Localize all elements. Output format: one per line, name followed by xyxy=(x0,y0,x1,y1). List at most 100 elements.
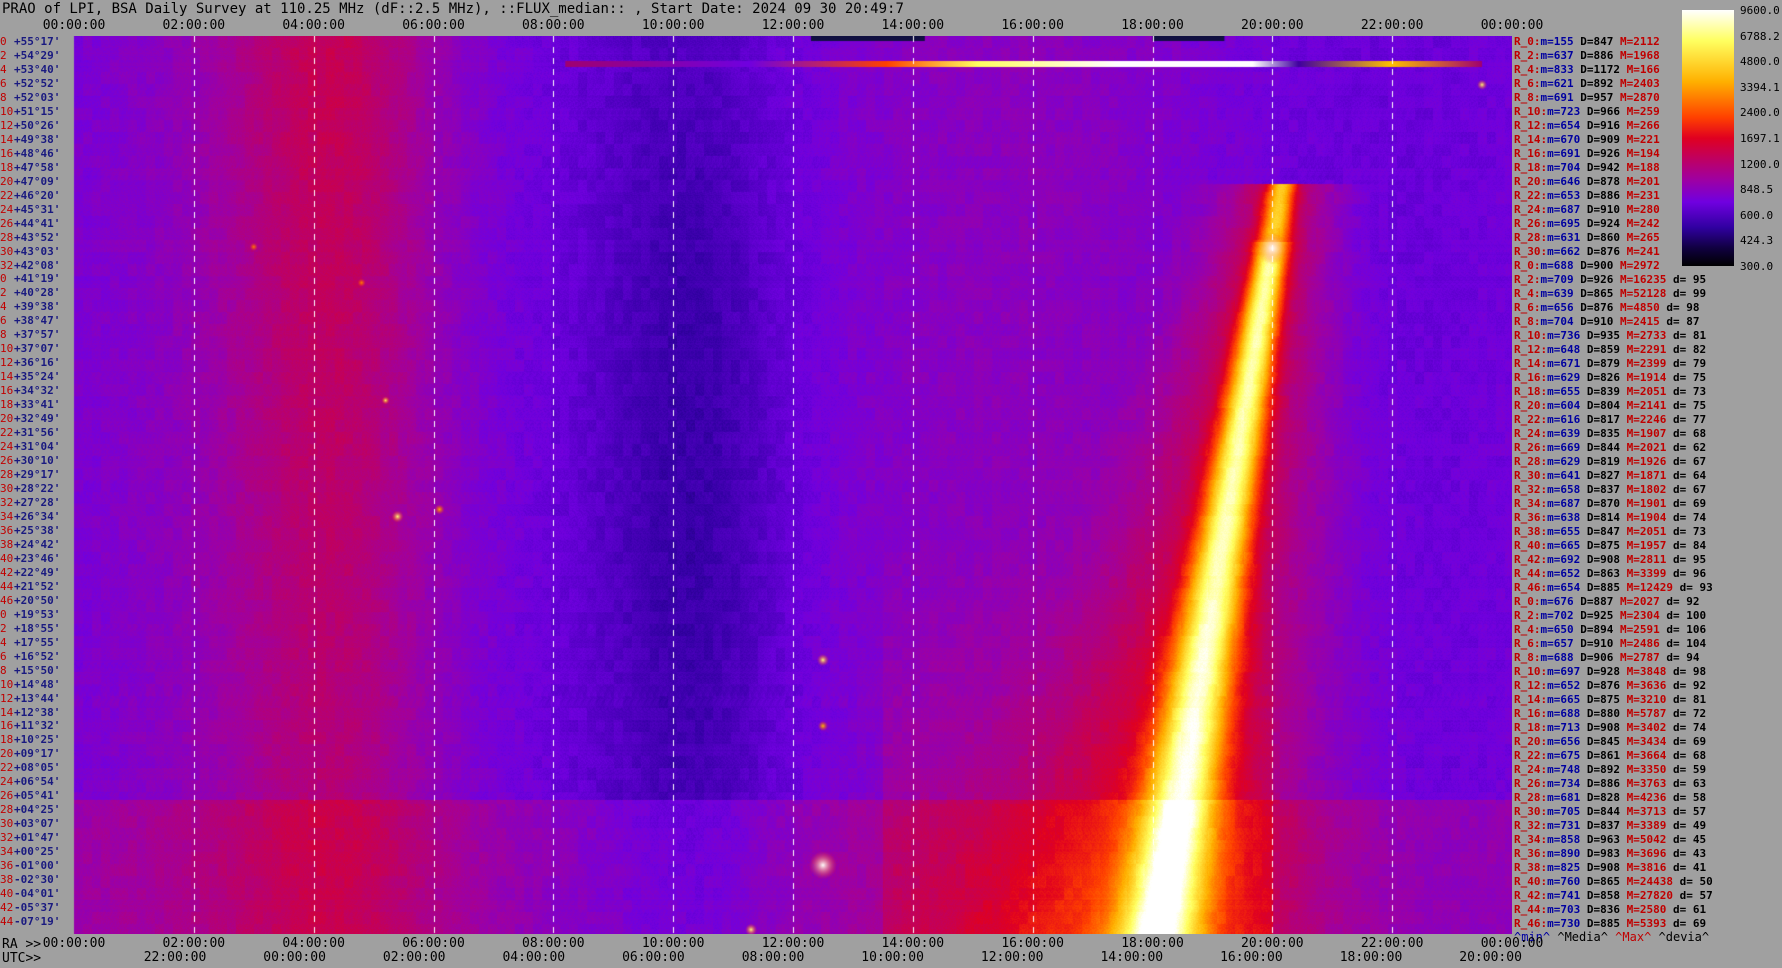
stats-row: R_10:m=736 D=935 M=2733 d= 81 xyxy=(1514,330,1706,342)
stats-max: M=5787 xyxy=(1620,707,1667,720)
stats-row-id: R_10: xyxy=(1514,665,1548,678)
dec-value: +54°29' xyxy=(14,48,61,62)
stats-row-id: R_6: xyxy=(1514,637,1541,650)
dec-index: 44 xyxy=(0,579,14,593)
dec-value: +38°47' xyxy=(14,314,61,328)
stats-min: m=658 xyxy=(1547,483,1581,496)
stats-max: M=201 xyxy=(1620,175,1660,188)
stats-min: m=760 xyxy=(1547,875,1581,888)
stats-min: m=650 xyxy=(1540,623,1574,636)
dec-index: 42 xyxy=(0,565,14,579)
dec-label-row: 2 +18°55' xyxy=(0,622,74,635)
dec-index: 14 xyxy=(0,132,14,146)
stats-row: R_20:m=656 D=845 M=3434 d= 69 xyxy=(1514,736,1706,748)
dec-value: +08°05' xyxy=(14,761,61,775)
dec-value: +37°07' xyxy=(14,342,61,356)
stats-devia: d= 93 xyxy=(1672,581,1713,594)
stats-row: R_10:m=697 D=928 M=3848 d= 98 xyxy=(1514,666,1706,678)
stats-median: D=908 xyxy=(1580,861,1620,874)
utc-tick-label: 06:00:00 xyxy=(622,950,685,965)
dec-value: +51°15' xyxy=(14,104,61,118)
dec-index: 16 xyxy=(0,384,14,398)
stats-row-id: R_26: xyxy=(1514,777,1548,790)
stats-min: m=657 xyxy=(1540,637,1574,650)
stats-min: m=656 xyxy=(1540,301,1574,314)
dec-label-row: 10+51°15' xyxy=(0,104,74,118)
stats-median: D=910 xyxy=(1573,637,1614,650)
dec-label-row: 20+09°17' xyxy=(0,748,74,760)
stats-row-id: R_26: xyxy=(1514,441,1548,454)
stats-row-id: R_0: xyxy=(1514,259,1541,272)
stats-row: R_40:m=760 D=865 M=24438 d= 50 xyxy=(1514,876,1713,888)
dec-value: +31°56' xyxy=(14,426,61,440)
dec-index: 26 xyxy=(0,454,14,468)
stats-row-id: R_12: xyxy=(1514,343,1548,356)
stats-median: D=826 xyxy=(1580,371,1620,384)
dec-index: 6 xyxy=(0,649,7,663)
stats-devia: d= 98 xyxy=(1659,301,1700,314)
stats-devia: d= 82 xyxy=(1666,343,1707,356)
dec-index: 34 xyxy=(0,509,14,523)
dec-value: +50°26' xyxy=(14,118,61,132)
stats-row: R_2:m=709 D=926 M=16235 d= 95 xyxy=(1514,274,1706,286)
stats-row-id: R_14: xyxy=(1514,357,1548,370)
colorbar-gradient xyxy=(1682,10,1734,266)
dec-label-row: 18+47°58' xyxy=(0,160,74,174)
stats-row: R_18:m=713 D=908 M=3402 d= 74 xyxy=(1514,722,1706,734)
stats-min: m=652 xyxy=(1547,679,1581,692)
heatmap-canvas[interactable] xyxy=(0,36,1512,934)
stats-row: R_22:m=616 D=817 M=2246 d= 77 xyxy=(1514,414,1706,426)
stats-max: M=2304 xyxy=(1613,609,1660,622)
stats-row-id: R_8: xyxy=(1514,651,1541,664)
dec-index: 22 xyxy=(0,761,14,775)
stats-row: R_0:m=155 D=847 M=2112 xyxy=(1514,36,1660,48)
stats-devia: d= 49 xyxy=(1666,819,1707,832)
stats-min: m=631 xyxy=(1547,231,1581,244)
stats-min: m=641 xyxy=(1547,469,1581,482)
stats-row-id: R_10: xyxy=(1514,105,1548,118)
dec-value: +26°34' xyxy=(14,509,61,523)
stats-min: m=705 xyxy=(1547,805,1581,818)
stats-devia: d= 73 xyxy=(1666,525,1707,538)
dec-value: +55°17' xyxy=(14,35,61,48)
stats-row-id: R_14: xyxy=(1514,693,1548,706)
stats-row-id: R_24: xyxy=(1514,203,1548,216)
stats-max: M=1871 xyxy=(1620,469,1667,482)
stats-max: M=3350 xyxy=(1620,763,1667,776)
stats-row: R_18:m=704 D=942 M=188 xyxy=(1514,162,1660,174)
stats-min: m=741 xyxy=(1547,889,1581,902)
stats-min: m=656 xyxy=(1547,735,1581,748)
stats-max: M=2399 xyxy=(1620,357,1667,370)
dec-label-row: 22+08°05' xyxy=(0,762,74,774)
stats-devia: d= 43 xyxy=(1666,847,1707,860)
stats-max: M=280 xyxy=(1620,203,1660,216)
stats-median: D=908 xyxy=(1580,553,1620,566)
stats-row-id: R_20: xyxy=(1514,735,1548,748)
dec-label-row: 34+00°25' xyxy=(0,846,74,858)
ra-tick-label: 20:00:00 xyxy=(1241,936,1304,951)
stats-row-id: R_28: xyxy=(1514,791,1548,804)
stats-median: D=886 xyxy=(1580,777,1620,790)
dec-value: +48°46' xyxy=(14,146,61,160)
dec-value: +16°52' xyxy=(14,649,61,663)
dec-value: +10°25' xyxy=(14,733,61,747)
stats-min: m=688 xyxy=(1540,651,1574,664)
stats-median: D=1172 xyxy=(1573,63,1620,76)
stats-max: M=2141 xyxy=(1620,399,1667,412)
stats-devia: d= 79 xyxy=(1666,357,1707,370)
dec-index: 10 xyxy=(0,342,14,356)
stats-row: R_20:m=646 D=878 M=201 xyxy=(1514,176,1660,188)
stats-row: R_28:m=631 D=860 M=265 xyxy=(1514,232,1660,244)
stats-row: R_18:m=655 D=839 M=2051 d= 73 xyxy=(1514,386,1706,398)
dec-label-row: 14+49°38' xyxy=(0,132,74,146)
stats-row: R_4:m=833 D=1172 M=166 xyxy=(1514,64,1660,76)
stats-max: M=3636 xyxy=(1620,679,1667,692)
dec-value: +47°58' xyxy=(14,160,61,174)
ra-tick-label: 10:00:00 xyxy=(641,936,705,951)
dec-label-row: 14+12°38' xyxy=(0,706,74,719)
stats-min: m=639 xyxy=(1540,287,1574,300)
dec-label-row: 16+34°32' xyxy=(0,385,74,397)
dec-label-row: 32+27°28' xyxy=(0,496,74,509)
stats-max: M=3399 xyxy=(1620,567,1667,580)
stats-max: M=5042 xyxy=(1620,833,1667,846)
